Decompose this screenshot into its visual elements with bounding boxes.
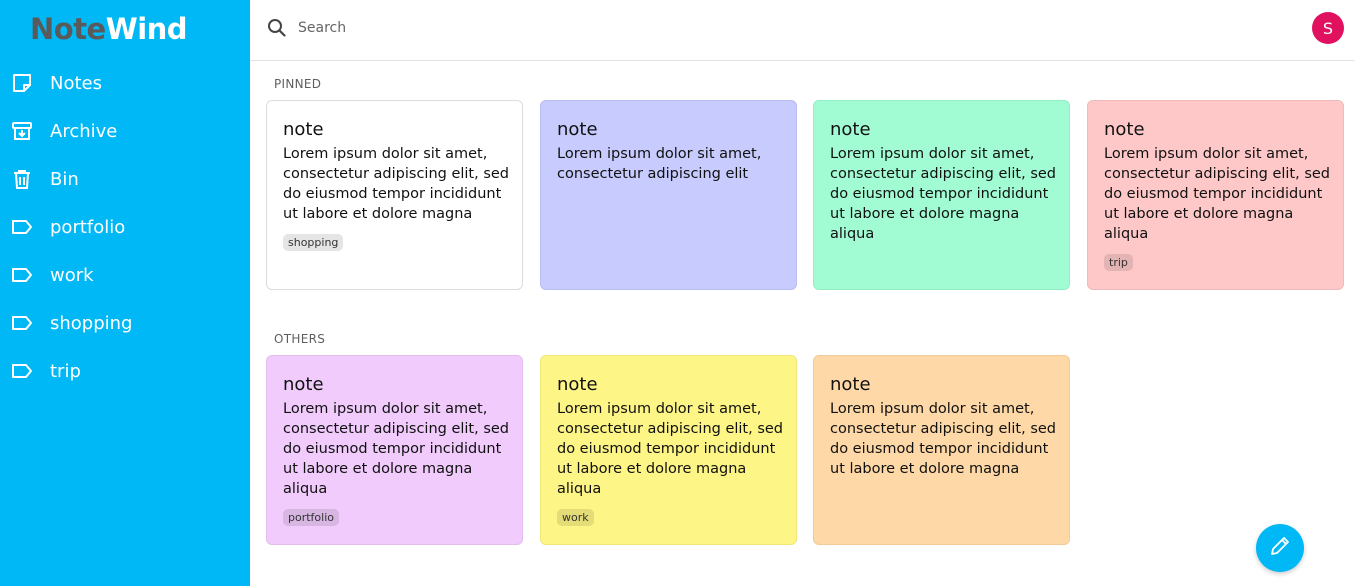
note-card[interactable]: note Lorem ipsum dolor sit amet, consect… [540,100,797,290]
note-body: Lorem ipsum dolor sit amet, consectetur … [1104,146,1331,242]
search-input[interactable] [298,14,898,42]
pencil-icon [1268,534,1292,562]
logo-part-1: Note [30,12,106,46]
label-icon [11,216,33,238]
note-title: note [557,374,598,395]
note-title: note [830,119,871,140]
label-icon [11,360,33,382]
top-bar: S [250,0,1355,61]
note-body: Lorem ipsum dolor sit amet, consectetur … [283,146,510,222]
search-icon[interactable] [266,17,288,39]
note-card[interactable]: note Lorem ipsum dolor sit amet, consect… [266,100,523,290]
note-icon [11,72,33,94]
sidebar-item-notes[interactable]: Notes [0,59,250,107]
note-card[interactable]: note Lorem ipsum dolor sit amet, consect… [813,100,1070,290]
sidebar-item-label: work [50,264,94,286]
archive-icon [11,120,33,142]
trash-icon [11,168,33,190]
note-title: note [1104,119,1145,140]
sidebar-item-label: Archive [50,120,118,142]
sidebar-item-work[interactable]: work [0,251,250,299]
note-title: note [830,374,871,395]
note-card[interactable]: note Lorem ipsum dolor sit amet, consect… [266,355,523,545]
sidebar-item-archive[interactable]: Archive [0,107,250,155]
label-icon [11,312,33,334]
sidebar-item-label: Notes [50,72,102,94]
note-body: Lorem ipsum dolor sit amet, consectetur … [283,401,510,497]
new-note-button[interactable] [1256,524,1304,572]
sidebar-item-label: Bin [50,168,79,190]
note-title: note [557,119,598,140]
note-tag[interactable]: shopping [283,234,344,251]
note-tag[interactable]: trip [1104,254,1133,271]
avatar[interactable]: S [1312,12,1344,44]
note-card[interactable]: note Lorem ipsum dolor sit amet, consect… [540,355,797,545]
sidebar-item-label: shopping [50,312,133,334]
sidebar: NoteWind Notes Archive Bin portfolio wor… [0,0,250,586]
sidebar-item-label: trip [50,360,81,382]
sidebar-item-portfolio[interactable]: portfolio [0,203,250,251]
note-tag[interactable]: work [557,509,594,526]
sidebar-item-shopping[interactable]: shopping [0,299,250,347]
note-title: note [283,374,324,395]
sidebar-nav: Notes Archive Bin portfolio work shoppin… [0,59,250,395]
note-body: Lorem ipsum dolor sit amet, consectetur … [830,146,1057,242]
note-body: Lorem ipsum dolor sit amet, consectetur … [557,146,762,182]
logo-part-2: Wind [105,12,188,46]
note-title: note [283,119,324,140]
sidebar-item-label: portfolio [50,216,126,238]
label-icon [11,264,33,286]
app-logo[interactable]: NoteWind [30,10,188,48]
others-section-title: OTHERS [274,332,326,346]
sidebar-item-trip[interactable]: trip [0,347,250,395]
pinned-section-title: PINNED [274,77,322,91]
note-tag[interactable]: portfolio [283,509,339,526]
sidebar-item-bin[interactable]: Bin [0,155,250,203]
note-card[interactable]: note Lorem ipsum dolor sit amet, consect… [1087,100,1344,290]
note-body: Lorem ipsum dolor sit amet, consectetur … [830,401,1057,477]
note-card[interactable]: note Lorem ipsum dolor sit amet, consect… [813,355,1070,545]
note-body: Lorem ipsum dolor sit amet, consectetur … [557,401,784,497]
